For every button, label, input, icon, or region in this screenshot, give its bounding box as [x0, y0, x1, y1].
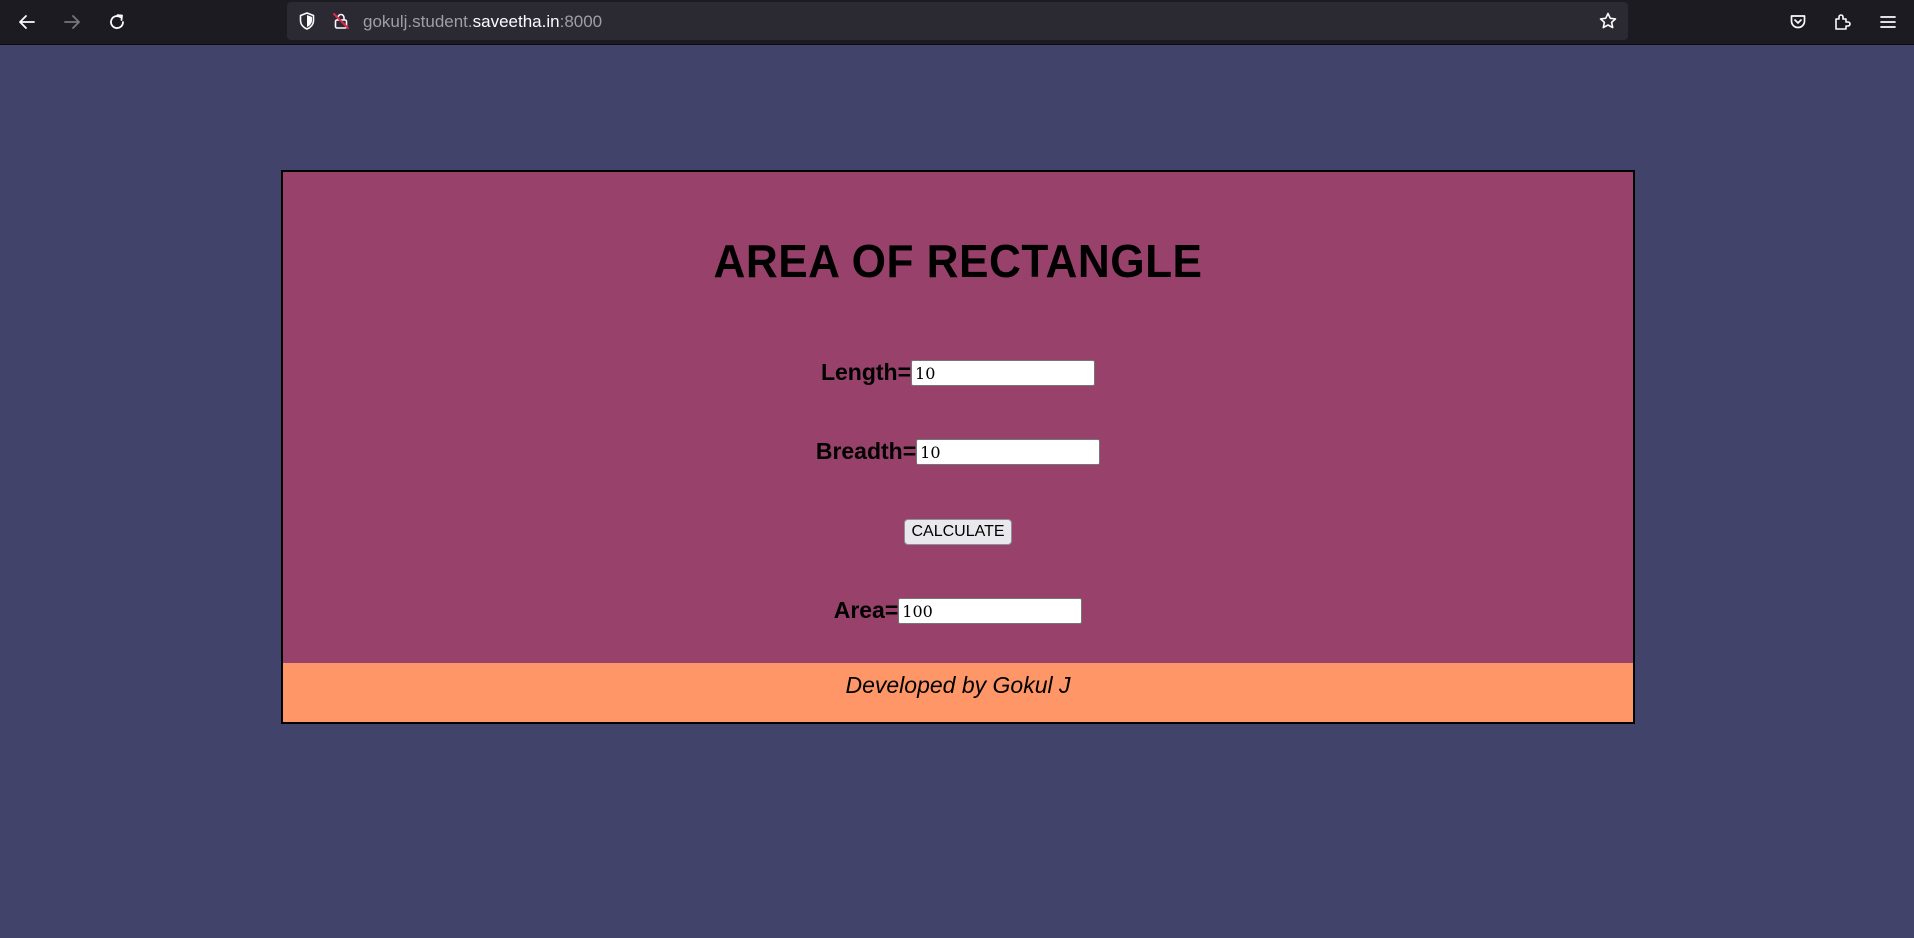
url-port: :8000 [559, 12, 603, 31]
area-output[interactable] [898, 597, 1083, 624]
back-arrow-icon [19, 15, 35, 29]
length-label: Length= [820, 359, 912, 385]
footer: Developed by Gokul J [283, 663, 1633, 722]
length-input[interactable] [911, 359, 1096, 386]
breadth-input[interactable] [916, 438, 1101, 465]
pocket-button[interactable] [1780, 4, 1816, 40]
footer-credit: Developed by Gokul J [845, 672, 1071, 698]
hamburger-menu-icon [1880, 16, 1896, 28]
menu-button[interactable] [1870, 4, 1906, 40]
back-button[interactable] [9, 4, 45, 40]
extensions-button[interactable] [1824, 4, 1860, 40]
breadth-row: Breadth= [283, 438, 1633, 465]
browser-toolbar: gokulj.student.saveetha.in:8000 [0, 0, 1914, 45]
forward-button[interactable] [54, 4, 90, 40]
calculator-card: AREA OF RECTANGLE Length= Breadth= CALCU… [281, 170, 1635, 724]
length-row: Length= [283, 359, 1633, 386]
url-text[interactable]: gokulj.student.saveetha.in:8000 [363, 12, 602, 32]
extensions-puzzle-icon [1835, 14, 1851, 30]
bookmark-star-icon[interactable] [1598, 11, 1618, 31]
page-title: AREA OF RECTANGLE [713, 235, 1203, 287]
tracking-protection-shield-icon[interactable] [297, 11, 317, 31]
calculate-button[interactable]: CALCULATE [904, 519, 1012, 545]
insecure-lock-icon[interactable] [331, 11, 351, 31]
calculator-body: AREA OF RECTANGLE Length= Breadth= CALCU… [283, 172, 1633, 663]
url-host: saveetha.in [472, 12, 560, 31]
area-row: Area= [283, 597, 1633, 624]
area-label: Area= [833, 597, 899, 623]
address-bar[interactable]: gokulj.student.saveetha.in:8000 [287, 2, 1628, 40]
url-prefix: gokulj.student. [363, 12, 473, 31]
forward-arrow-icon [64, 15, 80, 29]
breadth-label: Breadth= [815, 438, 917, 464]
reload-icon [110, 14, 124, 29]
calculate-row: CALCULATE [283, 519, 1633, 545]
pocket-icon [1790, 15, 1806, 29]
reload-button[interactable] [99, 4, 135, 40]
